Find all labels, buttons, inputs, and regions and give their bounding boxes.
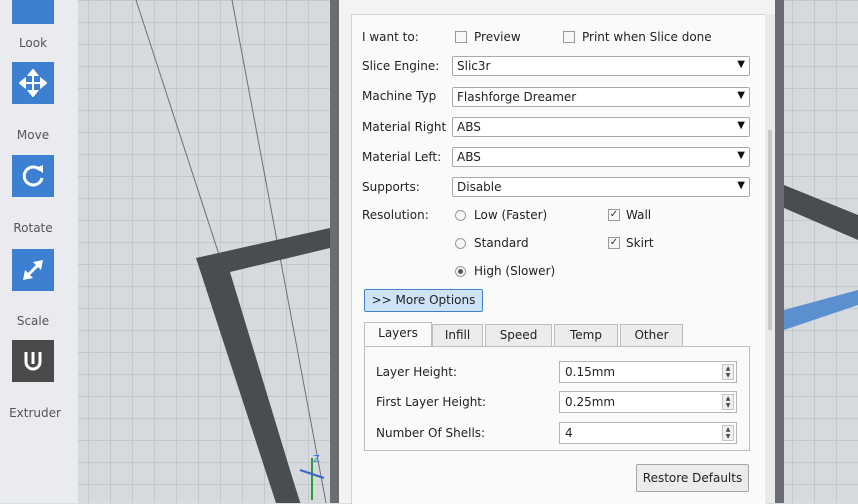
skirt-label: Skirt [626,236,654,250]
machine-type-value: Flashforge Dreamer [457,90,577,104]
shells-label: Number Of Shells: [376,426,486,440]
material-left-select[interactable]: ABS ▼ [452,147,750,167]
tab-layers[interactable]: Layers [364,322,432,346]
layer-height-input[interactable]: 0.15mm ▲ ▼ [559,361,737,383]
tool-scale-label: Scale [16,314,50,328]
restore-defaults-button[interactable]: Restore Defaults [636,464,749,492]
extruder-icon[interactable] [12,340,54,382]
material-right-label: Material Right [362,120,447,134]
layer-height-value: 0.15mm [565,365,616,379]
tab-temp[interactable]: Temp [554,324,618,346]
res-high-radio[interactable] [455,266,466,277]
material-left-label: Material Left: [362,150,442,164]
tab-other[interactable]: Other [620,324,683,346]
material-left-value: ABS [457,150,481,164]
wall-checkbox[interactable]: ✓ [608,209,620,221]
dropdown-arrow-icon: ▼ [737,120,745,131]
eye-icon[interactable] [12,0,54,24]
dropdown-arrow-icon: ▼ [737,90,745,101]
res-standard-label: Standard [474,236,529,250]
i-want-to-label: I want to: [362,30,419,44]
scrollbar-thumb[interactable] [768,130,772,330]
machine-type-select[interactable]: Flashforge Dreamer ▼ [452,87,750,107]
tab-infill[interactable]: Infill [432,324,483,346]
spin-arrows-icon[interactable]: ▲ ▼ [722,364,734,380]
slice-engine-label: Slice Engine: [362,59,440,73]
supports-select[interactable]: Disable ▼ [452,177,750,197]
svg-text:Z: Z [313,454,320,465]
material-right-select[interactable]: ABS ▼ [452,117,750,137]
resolution-label: Resolution: [362,208,429,222]
shells-value: 4 [565,426,573,440]
spin-arrows-icon[interactable]: ▲ ▼ [722,425,734,441]
tab-speed[interactable]: Speed [485,324,552,346]
preview-label: Preview [474,30,521,44]
preview-checkbox[interactable] [455,31,467,43]
layer-height-label: Layer Height: [376,365,457,379]
print-when-done-checkbox[interactable] [563,31,575,43]
supports-value: Disable [457,180,502,194]
scale-arrow-icon[interactable] [12,249,54,291]
material-right-value: ABS [457,120,481,134]
dropdown-arrow-icon: ▼ [737,59,745,70]
shells-input[interactable]: 4 ▲ ▼ [559,422,737,444]
slice-engine-select[interactable]: Slic3r ▼ [452,56,750,76]
slice-engine-value: Slic3r [457,59,491,73]
first-layer-height-label: First Layer Height: [376,395,487,409]
print-when-done-label: Print when Slice done [582,30,712,44]
tool-move-label: Move [16,128,50,142]
spin-arrows-icon[interactable]: ▲ ▼ [722,394,734,410]
tool-sidebar: Look Move Rotate Scale Extruder [0,0,78,503]
dropdown-arrow-icon: ▼ [737,150,745,161]
tool-look-label: Look [18,36,48,50]
first-layer-height-value: 0.25mm [565,395,616,409]
res-low-label: Low (Faster) [474,208,548,222]
res-standard-radio[interactable] [455,238,466,249]
machine-type-label: Machine Typ [362,89,437,103]
res-high-label: High (Slower) [474,264,556,278]
wall-label: Wall [626,208,652,222]
first-layer-height-input[interactable]: 0.25mm ▲ ▼ [559,391,737,413]
skirt-checkbox[interactable]: ✓ [608,237,620,249]
supports-label: Supports: [362,180,420,194]
dropdown-arrow-icon: ▼ [737,180,745,191]
tool-rotate-label: Rotate [13,221,53,235]
move-arrows-icon[interactable] [12,62,54,104]
more-options-button[interactable]: >> More Options [364,289,483,312]
rotate-icon[interactable] [12,155,54,197]
res-low-radio[interactable] [455,210,466,221]
tool-extruder-label: Extruder [9,406,61,420]
